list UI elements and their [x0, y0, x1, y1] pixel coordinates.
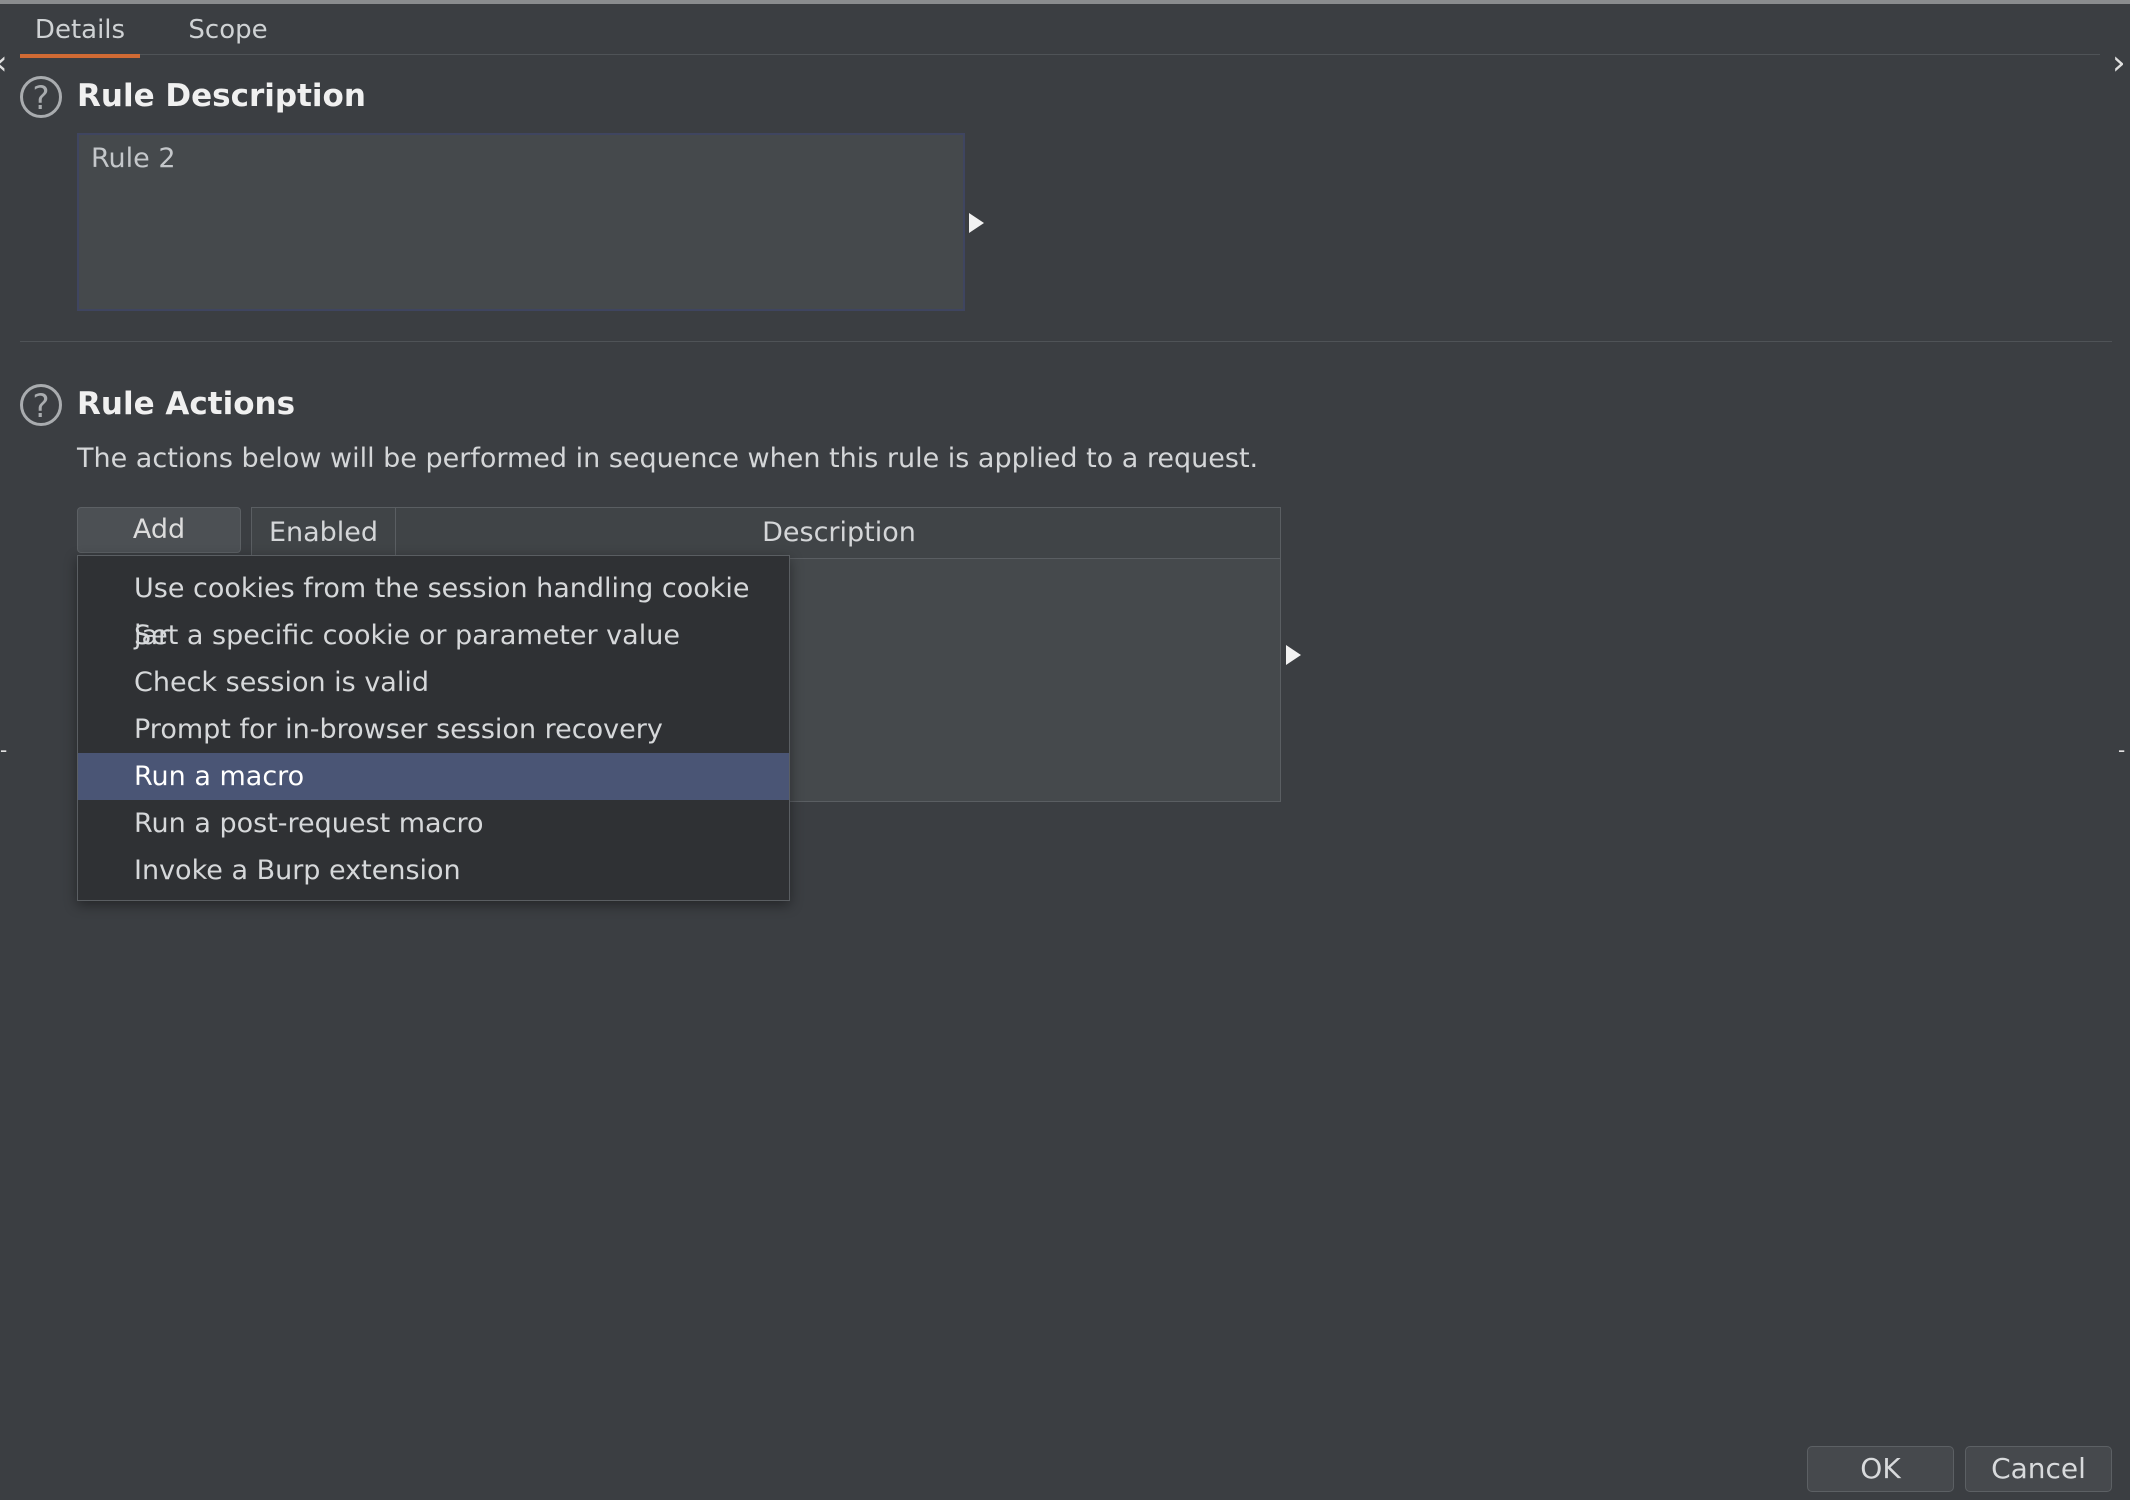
expand-description-arrow-icon[interactable] — [969, 213, 984, 233]
help-circle-icon[interactable]: ? — [20, 76, 62, 118]
tab-scope[interactable]: Scope — [178, 10, 278, 54]
section-divider — [20, 341, 2112, 342]
right-resize-chevron-icon[interactable]: › — [2112, 46, 2126, 80]
rule-description-value: Rule 2 — [91, 143, 176, 174]
rule-actions-title: Rule Actions — [77, 386, 296, 422]
add-action-menu: Use cookies from the session handling co… — [77, 555, 790, 901]
menu-item-invoke-extension[interactable]: Invoke a Burp extension — [78, 847, 789, 894]
column-header-enabled[interactable]: Enabled — [252, 508, 395, 558]
rule-description-field[interactable]: Rule 2 — [77, 133, 965, 311]
actions-table-header: Enabled Description — [252, 508, 1280, 559]
rule-actions-info: The actions below will be performed in s… — [77, 443, 1259, 474]
menu-item-prompt-recovery[interactable]: Prompt for in-browser session recovery — [78, 706, 789, 753]
tab-details[interactable]: Details — [20, 10, 140, 58]
column-header-description[interactable]: Description — [396, 508, 1282, 558]
menu-item-set-cookie-parameter[interactable]: Set a specific cookie or parameter value — [78, 612, 789, 659]
cancel-button[interactable]: Cancel — [1965, 1446, 2112, 1492]
menu-item-run-macro[interactable]: Run a macro — [78, 753, 789, 800]
menu-item-check-session[interactable]: Check session is valid — [78, 659, 789, 706]
add-action-button[interactable]: Add — [77, 507, 241, 553]
ok-button[interactable]: OK — [1807, 1446, 1954, 1492]
left-resize-chevron-icon[interactable]: ‹ — [0, 46, 8, 80]
menu-item-run-post-request-macro[interactable]: Run a post-request macro — [78, 800, 789, 847]
left-split-handle[interactable]: - — [0, 733, 7, 767]
help-circle-icon[interactable]: ? — [20, 384, 62, 426]
right-split-handle[interactable]: - — [2118, 733, 2125, 767]
expand-actions-arrow-icon[interactable] — [1286, 645, 1301, 665]
menu-item-use-cookies[interactable]: Use cookies from the session handling co… — [78, 565, 789, 651]
tab-bar: Details Scope — [20, 4, 2100, 58]
rule-description-title: Rule Description — [77, 78, 366, 114]
